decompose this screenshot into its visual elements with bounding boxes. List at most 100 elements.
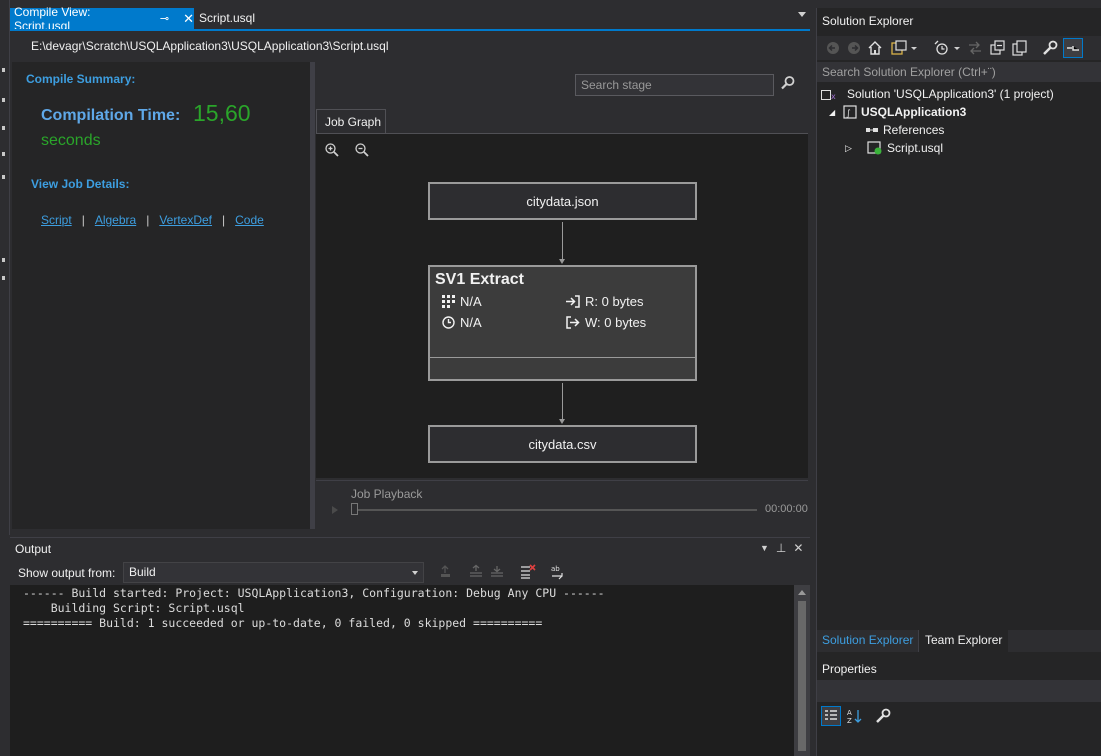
output-source-select[interactable]: Build: [123, 562, 424, 583]
forward-icon[interactable]: [846, 40, 862, 56]
go-to-previous-icon[interactable]: [438, 564, 454, 580]
output-node-label: citydata.csv: [528, 436, 597, 452]
categorized-icon[interactable]: [821, 706, 841, 726]
chevron-down-icon[interactable]: [910, 40, 918, 56]
clear-all-icon[interactable]: [520, 564, 536, 580]
search-stage-input[interactable]: [575, 74, 774, 96]
search-solution-explorer-input[interactable]: [817, 62, 1101, 82]
tree-item-solution[interactable]: x Solution 'USQLApplication3' (1 project…: [821, 85, 1054, 103]
collapse-all-icon[interactable]: [990, 40, 1006, 56]
tab-compile-view[interactable]: Compile View: Script.usql ⊸ ✕: [10, 5, 194, 33]
tree-item-script[interactable]: ▷ Script.usql: [845, 139, 943, 157]
job-graph-canvas[interactable]: citydata.json SV1 Extract N/A N/A R: 0 b…: [316, 133, 808, 478]
link-separator: |: [222, 213, 226, 227]
clock-icon: [442, 316, 455, 329]
tree-item-script-label: Script.usql: [887, 141, 944, 155]
stage-vertices: N/A: [442, 294, 482, 309]
word-wrap-icon[interactable]: ab: [550, 564, 566, 580]
solution-explorer-title: Solution Explorer: [822, 14, 914, 28]
solution-explorer-toolbar: [817, 36, 1101, 60]
job-detail-links: Script | Algebra | VertexDef | Code: [41, 213, 264, 227]
tab-job-graph[interactable]: Job Graph: [316, 109, 386, 133]
play-icon[interactable]: [332, 506, 338, 514]
history-icon[interactable]: [934, 40, 950, 56]
tab-team-explorer[interactable]: Team Explorer: [918, 630, 1009, 652]
output-scrollbar[interactable]: [794, 585, 810, 756]
alphabetical-sort-icon[interactable]: AZ: [847, 708, 863, 724]
scrollbar-thumb[interactable]: [798, 601, 806, 751]
stage-write: W: 0 bytes: [566, 315, 646, 330]
read-icon: [566, 295, 580, 308]
solution-icon: x: [821, 90, 836, 101]
tree-item-project[interactable]: ◢ ∫ USQLApplication3: [829, 103, 966, 121]
graph-stage-node[interactable]: SV1 Extract N/A N/A R: 0 bytes W: 0 byte…: [428, 265, 697, 381]
zoom-in-icon[interactable]: [324, 142, 340, 158]
job-playback-label: Job Playback: [351, 487, 423, 501]
algebra-link[interactable]: Algebra: [95, 213, 136, 227]
scroll-up-icon[interactable]: [798, 590, 806, 595]
back-icon[interactable]: [825, 40, 841, 56]
property-pages-wrench-icon[interactable]: [875, 708, 891, 724]
switch-views-icon[interactable]: [891, 40, 907, 56]
chevron-down-icon: [412, 571, 418, 575]
tree-item-solution-label: Solution 'USQLApplication3' (1 project): [847, 87, 1054, 101]
document-path: E:\devagr\Scratch\USQLApplication3\USQLA…: [10, 31, 810, 61]
vertices-grid-icon: [442, 295, 455, 308]
references-icon: [866, 128, 878, 132]
graph-edge-arrow: [559, 419, 565, 424]
stage-title: SV1 Extract: [435, 271, 524, 288]
stage-read: R: 0 bytes: [566, 294, 644, 309]
chevron-down-icon[interactable]: [953, 40, 961, 56]
chevron-down-icon[interactable]: [798, 12, 806, 17]
svg-text:ab: ab: [551, 565, 560, 573]
playback-slider-thumb[interactable]: [351, 503, 358, 515]
find-previous-icon[interactable]: [468, 564, 484, 580]
pin-icon[interactable]: ⊸: [160, 12, 169, 25]
search-icon[interactable]: [780, 75, 796, 91]
properties-title: Properties: [822, 662, 877, 676]
script-link[interactable]: Script: [41, 213, 72, 227]
find-next-icon[interactable]: [489, 564, 505, 580]
tab-script[interactable]: Script.usql: [199, 11, 255, 25]
show-all-files-icon[interactable]: [1012, 40, 1028, 56]
output-line: ------ Build started: Project: USQLAppli…: [23, 586, 605, 600]
chevron-down-icon[interactable]: ▼: [760, 543, 769, 555]
job-playback: Job Playback 00:00:00: [316, 480, 808, 526]
close-icon[interactable]: ✕: [793, 541, 803, 555]
sync-icon[interactable]: [967, 40, 983, 56]
home-icon[interactable]: [867, 40, 883, 56]
properties-wrench-icon[interactable]: [1042, 40, 1058, 56]
close-icon[interactable]: ✕: [183, 11, 194, 27]
code-link[interactable]: Code: [235, 213, 264, 227]
stage-read-value: R: 0 bytes: [585, 294, 644, 309]
preview-selected-icon[interactable]: [1063, 38, 1083, 58]
svg-text:∫: ∫: [846, 109, 851, 119]
compile-summary-heading: Compile Summary:: [26, 72, 136, 86]
stage-vertices-value: N/A: [460, 294, 482, 309]
usql-project-icon: ∫: [843, 105, 857, 119]
output-pane: Output ▼ ⊥ ✕ Show output from: Build ab …: [10, 537, 810, 756]
output-text[interactable]: ------ Build started: Project: USQLAppli…: [10, 585, 794, 756]
pin-icon[interactable]: ⊥: [776, 541, 786, 555]
solution-explorer-pane: Solution Explorer x Solution 'USQLApplic…: [816, 8, 1101, 756]
graph-input-node[interactable]: citydata.json: [428, 182, 697, 220]
tree-item-references[interactable]: References: [865, 121, 944, 139]
graph-output-node[interactable]: citydata.csv: [428, 425, 697, 463]
collapsed-arrow-icon[interactable]: ▷: [845, 143, 863, 154]
stage-write-value: W: 0 bytes: [585, 315, 647, 330]
solution-explorer-tabs: Solution Explorer Team Explorer: [817, 630, 1101, 652]
left-tool-strip[interactable]: [0, 0, 10, 535]
tree-item-references-label: References: [883, 123, 945, 137]
stage-time-value: N/A: [460, 315, 482, 330]
expanded-arrow-icon[interactable]: ◢: [829, 108, 839, 117]
tab-solution-explorer[interactable]: Solution Explorer: [822, 633, 913, 647]
properties-object-select[interactable]: [817, 680, 1101, 702]
zoom-out-icon[interactable]: [354, 142, 370, 158]
compilation-time-unit: seconds: [41, 132, 101, 149]
vertexdef-link[interactable]: VertexDef: [159, 213, 212, 227]
output-line: Building Script: Script.usql: [23, 601, 245, 615]
job-graph-pane: Job Graph citydata.json SV1 Extract: [315, 62, 809, 529]
link-separator: |: [81, 213, 85, 227]
output-source-value: Build: [129, 565, 156, 579]
playback-track[interactable]: [352, 509, 757, 511]
